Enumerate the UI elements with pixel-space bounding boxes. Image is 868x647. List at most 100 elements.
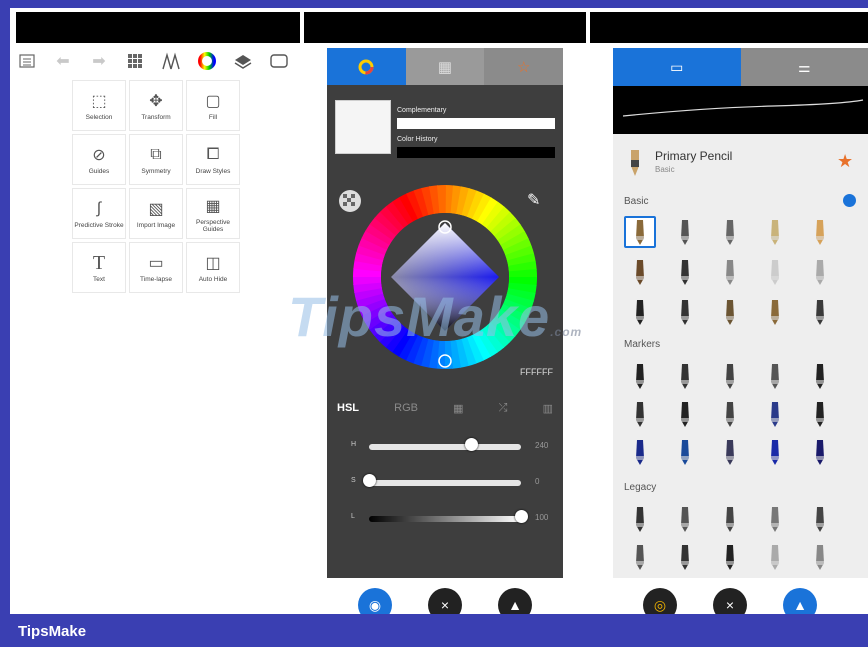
brush-preset-icon[interactable] (759, 256, 791, 288)
tool-symmetry[interactable]: ⧉ Symmetry (129, 134, 183, 185)
brush-preset-icon[interactable] (624, 398, 656, 430)
brush-library-tab[interactable]: ▭ (613, 48, 741, 86)
brush-preset-icon[interactable] (624, 296, 656, 328)
tool-predictive-stroke[interactable]: ∫ Predictive Stroke (72, 188, 126, 239)
color-button[interactable]: ◉ (358, 588, 392, 614)
mode-grid-icon[interactable]: ▦ (453, 402, 463, 415)
brush-preset-icon[interactable] (624, 256, 656, 288)
fill-icon: ▢ (205, 93, 221, 110)
brush-button[interactable]: ▲ (498, 588, 532, 614)
brush-preset-icon[interactable] (759, 541, 791, 573)
favorites-star-tab[interactable]: ☆ (484, 48, 564, 85)
brush-preset-icon[interactable] (669, 436, 701, 468)
tool-label: Draw Styles (195, 168, 231, 175)
redo-icon[interactable]: ➡ (88, 50, 110, 72)
brush-settings-tab[interactable]: ⚌ (740, 48, 868, 86)
brush-preset-icon[interactable] (624, 360, 656, 392)
color-button-right[interactable]: ◎ (643, 588, 677, 614)
brush-preset-icon[interactable] (669, 216, 701, 248)
tool-text[interactable]: T Text (72, 242, 126, 293)
slider-track (369, 516, 521, 522)
swatch-grid-tab[interactable]: ▦ (405, 48, 485, 85)
brush-preset-icon[interactable] (714, 436, 746, 468)
tool-selection[interactable]: ⬚ Selection (72, 80, 126, 131)
hue-slider[interactable]: H 240 (351, 438, 551, 454)
tool-perspective-guides[interactable]: ▦ Perspective Guides (186, 188, 240, 239)
brush-preset-icon[interactable] (669, 541, 701, 573)
slider-value: 240 (535, 441, 549, 450)
color-history-bar[interactable] (397, 147, 555, 158)
brush-preset-icon[interactable] (759, 436, 791, 468)
brush-preset-icon[interactable] (714, 216, 746, 248)
slider-knob[interactable] (363, 474, 376, 487)
complementary-bar[interactable] (397, 118, 555, 129)
color-wheel-tab[interactable] (327, 48, 406, 85)
brush-preset-icon[interactable] (714, 296, 746, 328)
current-color-swatch[interactable] (335, 100, 391, 154)
pencil-icon (625, 148, 645, 178)
brush-preset-icon[interactable] (624, 503, 656, 535)
brush-panel: ▭ ⚌ Primary Pencil Basic ★ Basic Markers… (613, 48, 868, 578)
tool-transform[interactable]: ✥ Transform (129, 80, 183, 131)
brush-preset-icon[interactable] (624, 216, 656, 248)
grid-menu-icon[interactable] (124, 50, 146, 72)
slider-knob[interactable] (515, 510, 528, 523)
brush-preset-icon[interactable] (669, 503, 701, 535)
brush-preset-icon[interactable] (714, 541, 746, 573)
brush-preset-icon[interactable] (804, 541, 836, 573)
brush-preset-icon[interactable] (624, 541, 656, 573)
favorite-star-icon[interactable]: ★ (837, 151, 853, 172)
tool-fill[interactable]: ▢ Fill (186, 80, 240, 131)
slider-knob[interactable] (464, 438, 478, 451)
brush-preset-icon[interactable] (669, 398, 701, 430)
brush-preset-icon[interactable] (759, 296, 791, 328)
brush-preset-icon[interactable] (804, 360, 836, 392)
tool-guides[interactable]: ⊘ Guides (72, 134, 126, 185)
brush-preset-icon[interactable] (759, 216, 791, 248)
brush-preset-icon[interactable] (669, 360, 701, 392)
top-bar-middle (304, 12, 586, 43)
brush-preset-icon[interactable] (624, 436, 656, 468)
tool-import-image[interactable]: ▧ Import Image (129, 188, 183, 239)
brush-preset-icon[interactable] (804, 256, 836, 288)
tool-draw-styles[interactable]: ⧠ Draw Styles (186, 134, 240, 185)
brush-preset-icon[interactable] (759, 360, 791, 392)
brush-preset-icon[interactable] (804, 296, 836, 328)
brush-preset-icon[interactable] (669, 256, 701, 288)
mode-hsl[interactable]: HSL (337, 402, 359, 415)
brush-preset-icon[interactable] (804, 216, 836, 248)
pin-icon[interactable] (843, 194, 856, 207)
close-button[interactable]: × (428, 588, 462, 614)
mode-gradient-icon[interactable]: ▥ (543, 402, 553, 415)
layer-stack-icon[interactable] (232, 50, 254, 72)
brush-preset-icon[interactable] (669, 296, 701, 328)
brush-preset-icon[interactable] (804, 503, 836, 535)
watermark: TipsMake.com (288, 284, 582, 349)
brush-preset-icon[interactable] (714, 256, 746, 288)
brush-preset-icon[interactable] (804, 398, 836, 430)
tool-label: Selection (85, 114, 113, 121)
brush-preset-icon[interactable] (714, 360, 746, 392)
fullscreen-icon[interactable] (268, 50, 290, 72)
color-wheel-icon[interactable] (196, 50, 218, 72)
lightness-slider[interactable]: L 100 (351, 510, 551, 526)
brush-row (624, 360, 836, 392)
layers-list-icon[interactable] (16, 50, 38, 72)
close-button-right[interactable]: × (713, 588, 747, 614)
tool-auto-hide[interactable]: ◫ Auto Hide (186, 242, 240, 293)
brush-icon: ▲ (793, 597, 807, 613)
tool-time-lapse[interactable]: ▭ Time-lapse (129, 242, 183, 293)
brush-preset-icon[interactable] (714, 503, 746, 535)
undo-icon[interactable]: ⬅ (52, 50, 74, 72)
mode-rgb[interactable]: RGB (394, 402, 418, 415)
saturation-slider[interactable]: S 0 (351, 474, 551, 490)
tool-label: Time-lapse (140, 276, 172, 283)
brushes-icon[interactable] (160, 50, 182, 72)
brush-button-right[interactable]: ▲ (783, 588, 817, 614)
hex-value[interactable]: FFFFFF (520, 367, 553, 377)
brush-preset-icon[interactable] (804, 436, 836, 468)
brush-preset-icon[interactable] (759, 398, 791, 430)
brush-preset-icon[interactable] (759, 503, 791, 535)
mode-random-icon[interactable]: ⤮ (499, 402, 508, 415)
brush-preset-icon[interactable] (714, 398, 746, 430)
